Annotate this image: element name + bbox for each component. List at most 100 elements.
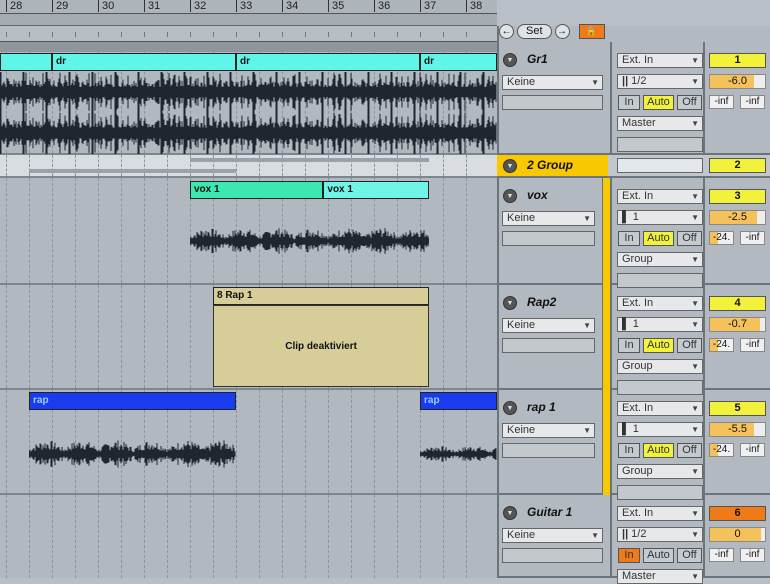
send-a[interactable]: -inf bbox=[709, 95, 734, 109]
fold-arrow-icon[interactable]: ▼ bbox=[503, 53, 517, 67]
send-b[interactable]: -inf bbox=[740, 443, 765, 457]
monitor-dropdown[interactable]: Keine ▼ bbox=[502, 528, 603, 543]
volume-slider[interactable]: -2.5 bbox=[709, 210, 766, 225]
output-dropdown[interactable]: Group ▼ bbox=[617, 252, 703, 267]
monitor-off-button[interactable]: Off bbox=[677, 95, 702, 110]
output-dropdown[interactable]: Group ▼ bbox=[617, 359, 703, 374]
monitor-auto-button[interactable]: Auto bbox=[643, 443, 674, 458]
input-type-dropdown[interactable]: Ext. In ▼ bbox=[617, 506, 703, 521]
arrow-left-icon[interactable]: ← bbox=[499, 24, 514, 39]
beat-tick bbox=[121, 32, 122, 37]
grid-line bbox=[397, 390, 398, 493]
track-number[interactable]: 5 bbox=[709, 401, 766, 416]
volume-slider[interactable]: -6.0 bbox=[709, 74, 766, 89]
clip-rap2[interactable]: 8 Rap 1 bbox=[213, 287, 430, 305]
monitor-off-button[interactable]: Off bbox=[677, 231, 702, 246]
input-channel-dropdown[interactable]: || 1/2 ▼ bbox=[617, 74, 703, 89]
empty-slot bbox=[502, 338, 595, 353]
group-track-number[interactable]: 2 bbox=[709, 158, 766, 173]
send-a[interactable]: -inf bbox=[709, 548, 734, 562]
fold-arrow-icon[interactable]: ▼ bbox=[503, 159, 517, 173]
send-b[interactable]: -inf bbox=[740, 231, 765, 245]
output-dropdown[interactable]: Group ▼ bbox=[617, 464, 703, 479]
grid-line bbox=[121, 178, 122, 283]
monitor-in-button[interactable]: In bbox=[618, 231, 640, 246]
fold-arrow-icon[interactable]: ▼ bbox=[503, 401, 517, 415]
grid-line bbox=[236, 495, 237, 578]
set-locator-button[interactable]: Set bbox=[517, 24, 552, 39]
monitor-value: Keine bbox=[507, 76, 536, 88]
bar-number: 31 bbox=[144, 0, 160, 12]
track-header-rap-1: ▼ rap 1 Keine ▼ Ext. In ▼ ▌ 1 ▼ In Auto Off Group ▼ 5 -… bbox=[497, 390, 770, 500]
track-name[interactable]: Rap2 bbox=[527, 295, 556, 309]
input-channel-dropdown[interactable]: || 1/2 ▼ bbox=[617, 527, 703, 542]
lock-icon[interactable]: 🔒 bbox=[578, 24, 605, 39]
send-b[interactable]: -inf bbox=[740, 548, 765, 562]
clip-vox[interactable]: vox 1 bbox=[323, 181, 430, 199]
clip-vox[interactable]: vox 1 bbox=[190, 181, 324, 199]
clip-dr[interactable] bbox=[0, 53, 52, 71]
output-dropdown[interactable]: Master ▼ bbox=[617, 569, 703, 584]
monitor-dropdown[interactable]: Keine ▼ bbox=[502, 423, 595, 438]
monitor-off-button[interactable]: Off bbox=[677, 443, 702, 458]
chevron-down-icon: ▼ bbox=[591, 78, 599, 87]
monitor-in-button[interactable]: In bbox=[618, 95, 640, 110]
monitor-auto-button[interactable]: Auto bbox=[643, 548, 674, 563]
track-number[interactable]: 1 bbox=[709, 53, 766, 68]
track-name[interactable]: vox bbox=[527, 188, 548, 202]
fold-arrow-icon[interactable]: ▼ bbox=[503, 296, 517, 310]
timeline-ruler[interactable]: 28 29 30 31 32 33 34 35 36 37 38 bbox=[0, 0, 497, 14]
loop-bar[interactable] bbox=[0, 14, 497, 26]
send-a[interactable]: -24. bbox=[709, 443, 734, 457]
output-value: Group bbox=[622, 465, 653, 477]
track-name[interactable]: Gr1 bbox=[527, 52, 548, 66]
monitor-in-button[interactable]: In bbox=[618, 548, 640, 563]
track-name[interactable]: Guitar 1 bbox=[527, 505, 572, 519]
track-number[interactable]: 4 bbox=[709, 296, 766, 311]
arrow-right-icon[interactable]: → bbox=[554, 24, 570, 39]
monitor-auto-button[interactable]: Auto bbox=[643, 95, 674, 110]
send-a[interactable]: -24. bbox=[709, 231, 734, 245]
empty-slot bbox=[617, 158, 703, 173]
group-track-name[interactable]: 2 Group bbox=[527, 158, 573, 172]
monitor-off-button[interactable]: Off bbox=[677, 338, 702, 353]
input-type-dropdown[interactable]: Ext. In ▼ bbox=[617, 296, 703, 311]
input-channel-dropdown[interactable]: ▌ 1 ▼ bbox=[617, 210, 703, 225]
clip-rap[interactable]: rap bbox=[420, 392, 497, 410]
volume-slider[interactable]: -5.5 bbox=[709, 422, 766, 437]
input-type-dropdown[interactable]: Ext. In ▼ bbox=[617, 53, 703, 68]
output-dropdown[interactable]: Master ▼ bbox=[617, 116, 703, 131]
grid-line bbox=[52, 178, 53, 283]
monitor-dropdown[interactable]: Keine ▼ bbox=[502, 318, 595, 333]
volume-slider[interactable]: 0 bbox=[709, 527, 766, 542]
track-name[interactable]: rap 1 bbox=[527, 400, 556, 414]
monitor-dropdown[interactable]: Keine ▼ bbox=[502, 75, 603, 90]
monitor-dropdown[interactable]: Keine ▼ bbox=[502, 211, 595, 226]
input-channel: 1 bbox=[632, 211, 639, 223]
input-type-dropdown[interactable]: Ext. In ▼ bbox=[617, 401, 703, 416]
input-channel-dropdown[interactable]: ▌ 1 ▼ bbox=[617, 317, 703, 332]
track-number[interactable]: 6 bbox=[709, 506, 766, 521]
send-b[interactable]: -inf bbox=[740, 338, 765, 352]
send-a[interactable]: -24. bbox=[709, 338, 734, 352]
monitor-in-button[interactable]: In bbox=[618, 338, 640, 353]
grid-line bbox=[259, 495, 260, 578]
clip-deactivated-body[interactable]: Clip deaktiviert bbox=[213, 305, 430, 387]
volume-slider[interactable]: -0.7 bbox=[709, 317, 766, 332]
clip-dr[interactable]: dr bbox=[420, 53, 497, 71]
grid-line bbox=[98, 495, 99, 578]
monitor-auto-button[interactable]: Auto bbox=[643, 338, 674, 353]
clip-dr[interactable]: dr bbox=[52, 53, 236, 71]
clip-dr[interactable]: dr bbox=[236, 53, 420, 71]
send-b[interactable]: -inf bbox=[740, 95, 765, 109]
fold-arrow-icon[interactable]: ▼ bbox=[503, 189, 517, 203]
monitor-off-button[interactable]: Off bbox=[677, 548, 702, 563]
clip-rap[interactable]: rap bbox=[29, 392, 236, 410]
input-channel-dropdown[interactable]: ▌ 1 ▼ bbox=[617, 422, 703, 437]
beat-ruler[interactable] bbox=[0, 26, 497, 42]
monitor-in-button[interactable]: In bbox=[618, 443, 640, 458]
input-type-dropdown[interactable]: Ext. In ▼ bbox=[617, 189, 703, 204]
monitor-auto-button[interactable]: Auto bbox=[643, 231, 674, 246]
fold-arrow-icon[interactable]: ▼ bbox=[503, 506, 517, 520]
track-number[interactable]: 3 bbox=[709, 189, 766, 204]
